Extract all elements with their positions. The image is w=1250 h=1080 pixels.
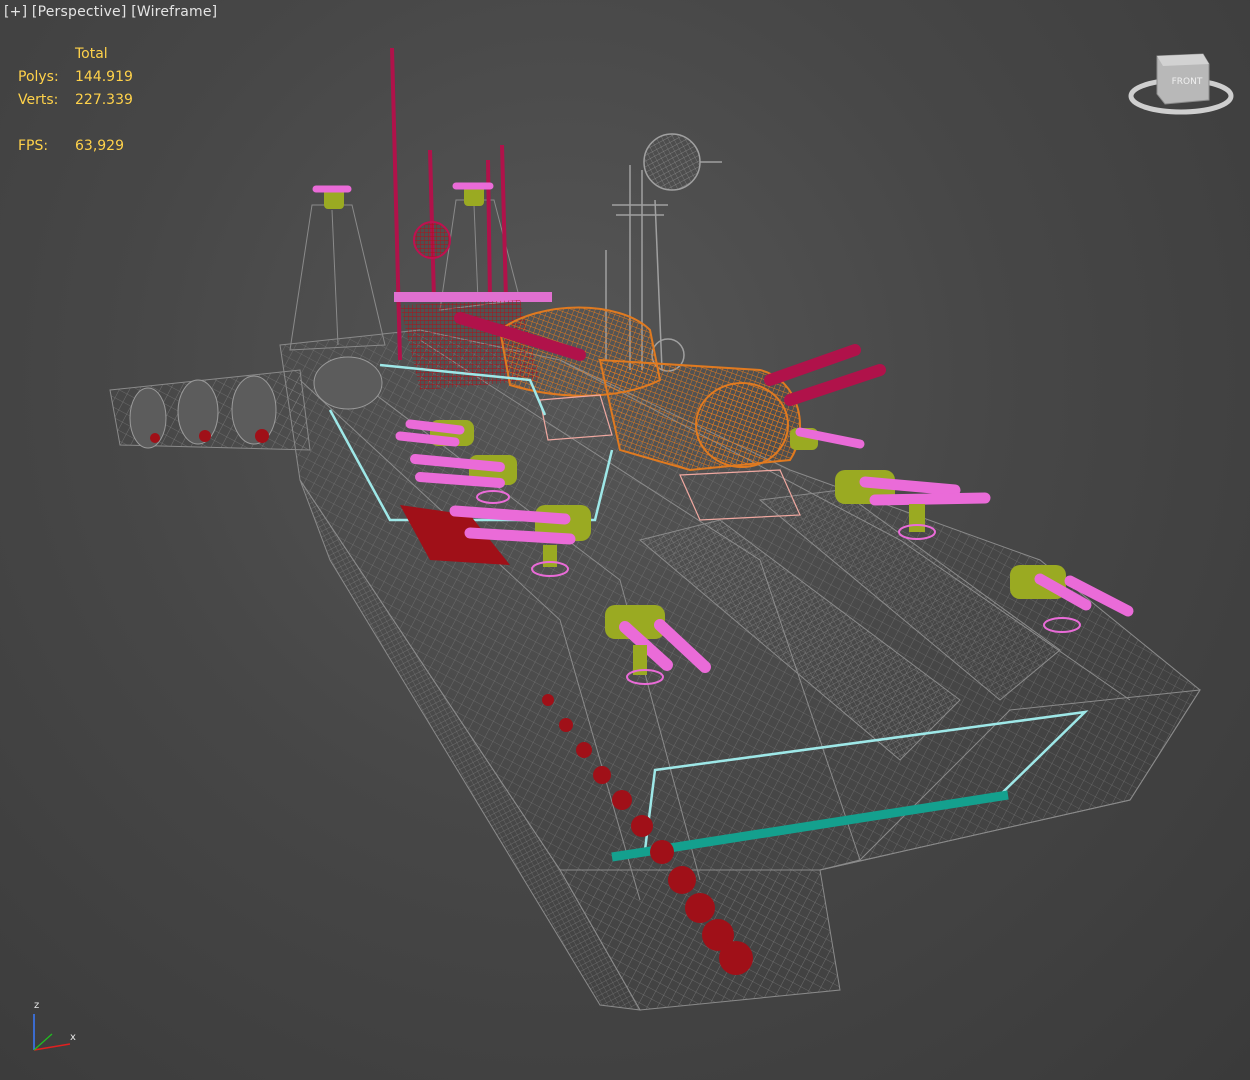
z-axis-label: z <box>34 1000 40 1011</box>
viewcube-front-face[interactable]: FRONT <box>1172 77 1203 87</box>
wireframe-viewport-scene[interactable] <box>0 0 1250 1080</box>
upper-deck-bar <box>394 292 552 302</box>
radar-dome <box>413 221 451 259</box>
viewcube-navigator[interactable]: FRONT <box>1125 46 1237 126</box>
x-axis-label: x <box>70 1032 76 1043</box>
axis-tripod: z x <box>22 998 86 1058</box>
